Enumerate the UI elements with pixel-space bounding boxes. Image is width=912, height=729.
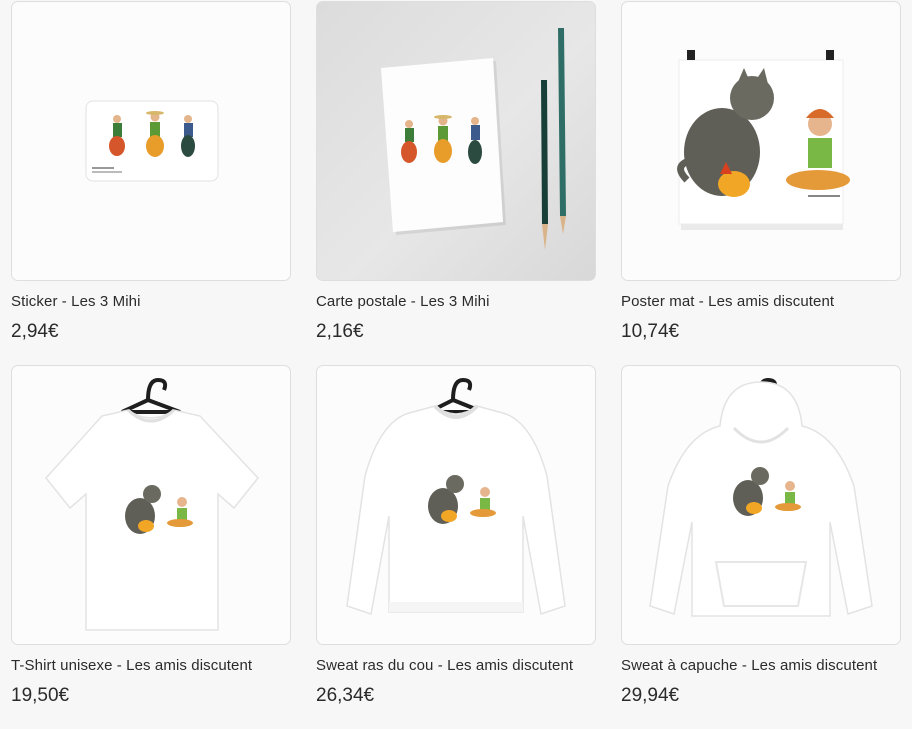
- product-card[interactable]: Sweat ras du cou - Les amis discutent 26…: [316, 365, 596, 708]
- product-card[interactable]: Sweat à capuche - Les amis discutent 29,…: [621, 365, 901, 708]
- product-price: 26,34€: [316, 685, 375, 706]
- product-card[interactable]: Carte postale - Les 3 Mihi 2,16€: [316, 1, 596, 344]
- product-image-sweatshirt[interactable]: [316, 365, 596, 645]
- product-card[interactable]: Poster mat - Les amis discutent 10,74€: [621, 1, 901, 344]
- product-card[interactable]: Sticker - Les 3 Mihi 2,94€: [11, 1, 291, 344]
- product-title[interactable]: Carte postale - Les 3 Mihi: [316, 292, 596, 312]
- product-title[interactable]: Poster mat - Les amis discutent: [621, 292, 901, 312]
- product-image-sticker[interactable]: [11, 1, 291, 281]
- product-price: 2,94€: [11, 321, 59, 342]
- product-image-hoodie[interactable]: [621, 365, 901, 645]
- product-image-poster[interactable]: [621, 1, 901, 281]
- product-title[interactable]: Sweat ras du cou - Les amis discutent: [316, 656, 596, 676]
- product-price: 2,16€: [316, 321, 364, 342]
- product-price: 10,74€: [621, 321, 680, 342]
- product-price: 19,50€: [11, 685, 70, 706]
- product-image-postcard[interactable]: [316, 1, 596, 281]
- product-title[interactable]: T-Shirt unisexe - Les amis discutent: [11, 656, 291, 676]
- product-title[interactable]: Sticker - Les 3 Mihi: [11, 292, 291, 312]
- product-card[interactable]: T-Shirt unisexe - Les amis discutent 19,…: [11, 365, 291, 708]
- product-image-tshirt[interactable]: [11, 365, 291, 645]
- product-title[interactable]: Sweat à capuche - Les amis discutent: [621, 656, 901, 676]
- product-price: 29,94€: [621, 685, 680, 706]
